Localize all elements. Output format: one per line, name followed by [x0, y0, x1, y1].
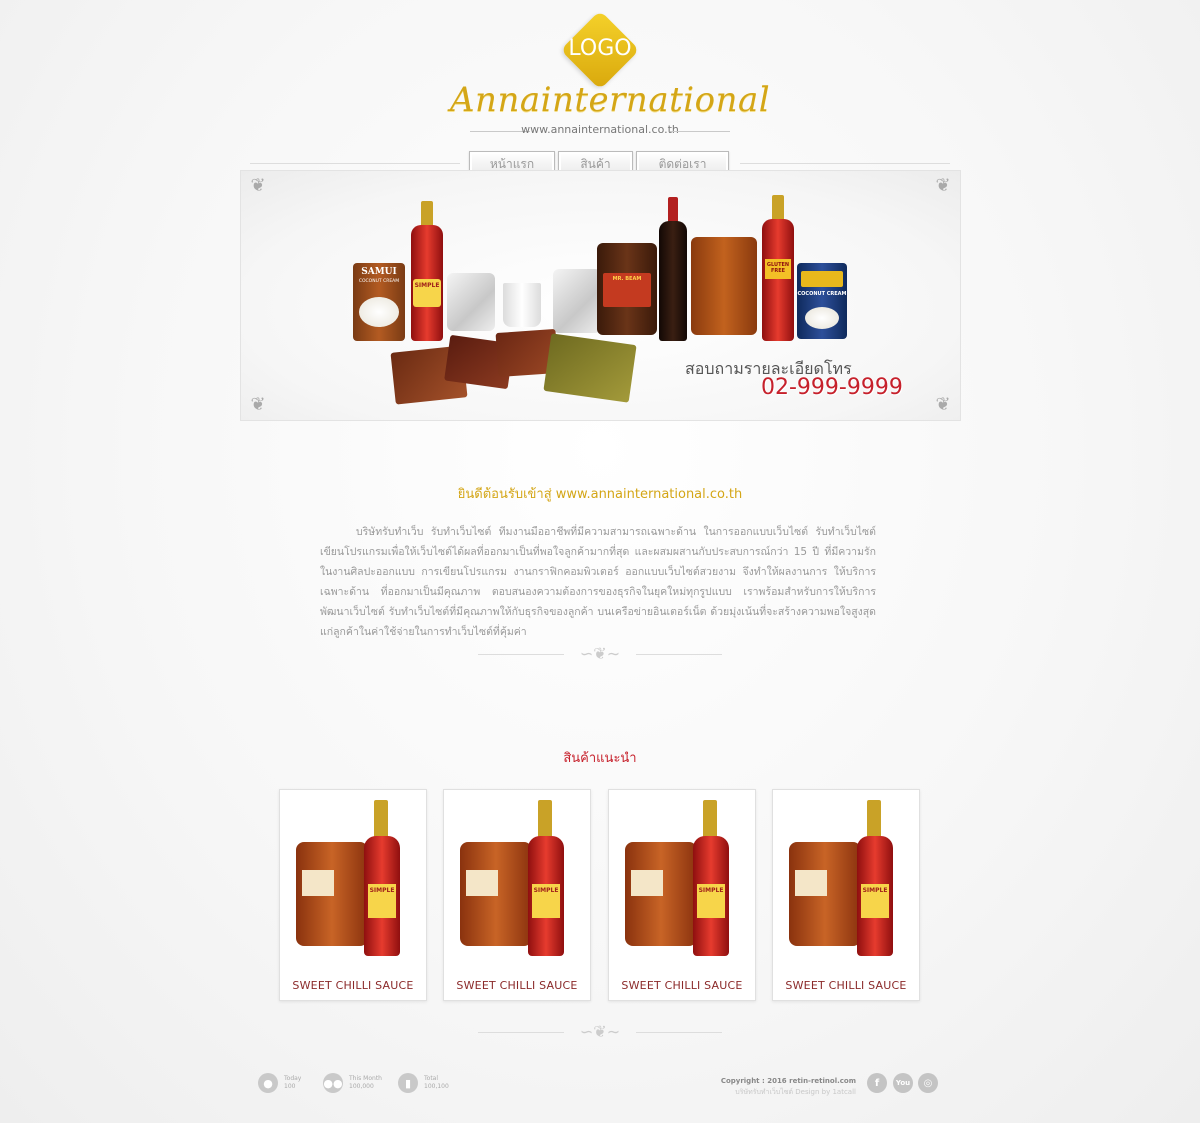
corner-ornament-tr: ❦	[935, 175, 951, 196]
youtube-icon[interactable]: You	[893, 1073, 913, 1093]
product-card-label: SWEET CHILLI SAUCE	[785, 979, 907, 992]
logo-text[interactable]: LOGO	[560, 36, 640, 61]
product-coconut-can: COCONUT CREAM	[797, 263, 847, 339]
section-divider-line-right	[636, 654, 722, 655]
hero-banner: ❦ ❦ ❦ ❦ SAMUI COCONUT CREAM SIMPLE MR. B…	[240, 170, 961, 421]
product-silver-pouch-2	[553, 269, 601, 333]
nav-deco-left	[250, 163, 460, 164]
user-icon: ●	[258, 1073, 278, 1093]
facebook-icon[interactable]: f	[867, 1073, 887, 1093]
product-card-label: SWEET CHILLI SAUCE	[456, 979, 578, 992]
instagram-icon[interactable]: ◎	[918, 1073, 938, 1093]
footer-divider-ornament: ∽❦∼	[579, 1022, 621, 1041]
footer-divider-line-right	[636, 1032, 722, 1033]
product-card[interactable]: SIMPLE SWEET CHILLI SAUCE	[772, 789, 920, 1001]
product-white-cup	[503, 283, 541, 327]
footer-divider-line-left	[478, 1032, 564, 1033]
stat-month-value: 100,000	[349, 1083, 374, 1090]
banner-phone[interactable]: 02-999-9999	[761, 375, 903, 400]
stat-total-value: 100,100	[424, 1083, 449, 1090]
product-chili-jug	[691, 237, 757, 335]
users-icon: ●●	[323, 1073, 343, 1093]
product-simple-bottle: SIMPLE	[407, 201, 447, 341]
stat-today-label: Today	[284, 1075, 302, 1082]
copyright: Copyright : 2016 retin-retinol.com บริษั…	[690, 1076, 856, 1098]
bar-chart-icon: ▮	[398, 1073, 418, 1093]
product-samui-can: SAMUI COCONUT CREAM	[353, 263, 405, 341]
stat-total: ▮ Total 100,100	[398, 1073, 449, 1093]
credit-text: บริษัทรับทำเว็บไซต์ Design by 1atcall	[735, 1088, 856, 1096]
brand-underline-right	[670, 131, 730, 132]
copyright-text: Copyright : 2016 retin-retinol.com	[720, 1077, 856, 1085]
section-divider-ornament: ∽❦∼	[579, 644, 621, 663]
product-card[interactable]: SIMPLE SWEET CHILLI SAUCE	[279, 789, 427, 1001]
product-image: SIMPLE	[781, 800, 911, 965]
product-oyster-jug: MR. BEAM	[597, 243, 657, 335]
product-sauce-packet-green	[543, 333, 637, 403]
corner-ornament-br: ❦	[935, 394, 951, 415]
stat-today-value: 100	[284, 1083, 296, 1090]
product-card[interactable]: SIMPLE SWEET CHILLI SAUCE	[443, 789, 591, 1001]
product-card-label: SWEET CHILLI SAUCE	[621, 979, 743, 992]
product-image: SIMPLE	[452, 800, 582, 965]
product-silver-pouch-1	[447, 273, 495, 331]
product-image: SIMPLE	[288, 800, 418, 965]
recommended-title: สินค้าแนะนำ	[563, 751, 637, 766]
intro-paragraph: บริษัทรับทำเว็บ รับทำเว็บไซต์ ทีมงานมืออ…	[320, 526, 876, 638]
product-gluten-bottle: GLUTEN FREE	[759, 195, 797, 341]
corner-ornament-bl: ❦	[250, 394, 266, 415]
brand-name: Annainternational	[450, 80, 771, 120]
stat-month: ●● This Month 100,000	[323, 1073, 382, 1093]
stat-total-label: Total	[424, 1075, 439, 1082]
welcome-title: ยินดีต้อนรับเข้าสู่ www.annainternationa…	[457, 487, 743, 502]
section-divider-line-left	[478, 654, 564, 655]
product-image: SIMPLE	[617, 800, 747, 965]
corner-ornament-tl: ❦	[250, 175, 266, 196]
product-oyster-bottle	[657, 197, 689, 341]
product-card-label: SWEET CHILLI SAUCE	[292, 979, 414, 992]
stat-month-label: This Month	[349, 1075, 382, 1082]
brand-url: www.annainternational.co.th	[521, 123, 679, 136]
product-card[interactable]: SIMPLE SWEET CHILLI SAUCE	[608, 789, 756, 1001]
nav-deco-right	[740, 163, 950, 164]
stat-today: ● Today 100	[258, 1073, 301, 1093]
